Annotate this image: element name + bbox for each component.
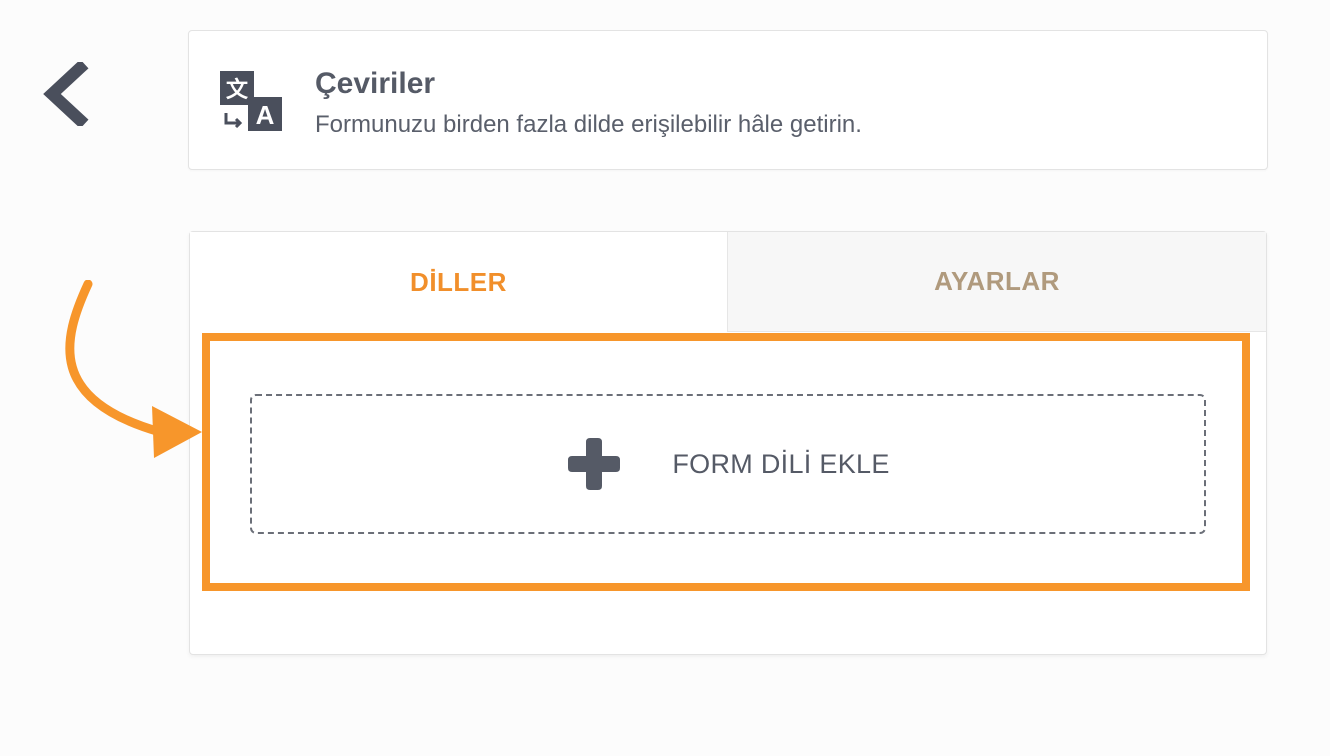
annotation-arrow-icon bbox=[65, 280, 202, 458]
svg-text:A: A bbox=[256, 100, 275, 130]
tab-languages[interactable]: DİLLER bbox=[190, 232, 727, 332]
translations-header-card: 文 A Çeviriler Formunuzu birden fazla dil… bbox=[188, 30, 1268, 170]
plus-icon bbox=[568, 438, 621, 490]
page-title: Çeviriler bbox=[315, 67, 436, 100]
add-form-language-button[interactable]: FORM DİLİ EKLE bbox=[250, 394, 1206, 534]
back-button[interactable] bbox=[40, 59, 92, 129]
svg-text:文: 文 bbox=[226, 77, 249, 103]
page-subtitle: Formunuzu birden fazla dilde erişilebili… bbox=[315, 111, 862, 138]
translate-icon: 文 A bbox=[220, 71, 282, 131]
tab-settings[interactable]: AYARLAR bbox=[727, 232, 1266, 332]
chevron-left-icon bbox=[43, 59, 89, 129]
add-form-language-label: FORM DİLİ EKLE bbox=[672, 448, 890, 479]
